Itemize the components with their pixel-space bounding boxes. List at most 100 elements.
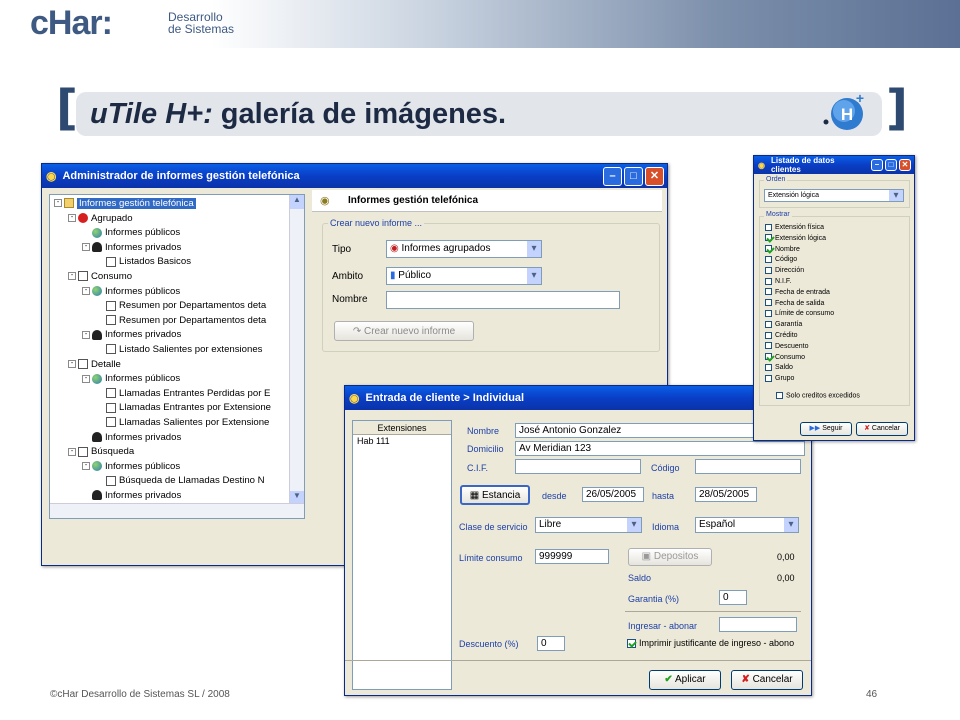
- tree-node[interactable]: Informes privados: [50, 489, 304, 504]
- mostrar-option[interactable]: Saldo: [765, 363, 905, 374]
- tree-node[interactable]: Resumen por Departamentos deta: [50, 314, 304, 329]
- minimize-icon[interactable]: –: [603, 166, 622, 186]
- option-checkbox[interactable]: [765, 299, 772, 307]
- option-checkbox[interactable]: [765, 374, 772, 382]
- expand-toggle-icon[interactable]: -: [68, 447, 76, 456]
- close-icon[interactable]: ✕: [899, 159, 911, 171]
- seguir-button[interactable]: ▶▶ Seguir: [800, 422, 852, 436]
- mostrar-option[interactable]: Extensión física: [765, 223, 905, 234]
- close-icon[interactable]: ✕: [645, 166, 664, 186]
- tree-node[interactable]: Listado Salientes por extensiones: [50, 343, 304, 358]
- desde-input[interactable]: 26/05/2005: [582, 487, 644, 502]
- mostrar-option[interactable]: Fecha de salida: [765, 299, 905, 310]
- mostrar-option[interactable]: Nombre: [765, 245, 905, 256]
- listado-cancelar-button[interactable]: ✘ Cancelar: [856, 422, 908, 436]
- tree-node[interactable]: - Informes privados: [50, 328, 304, 343]
- expand-toggle-icon[interactable]: -: [54, 199, 62, 208]
- tree-node[interactable]: Informes privados: [50, 431, 304, 446]
- garantia-input[interactable]: 0: [719, 590, 747, 605]
- tree-vscrollbar[interactable]: ▲ ▼: [289, 195, 304, 505]
- mostrar-option[interactable]: Grupo: [765, 374, 905, 385]
- mostrar-option[interactable]: Extensión lógica: [765, 234, 905, 245]
- solo-check-icon[interactable]: [776, 392, 783, 399]
- option-checkbox[interactable]: [765, 234, 772, 242]
- tree-node[interactable]: - Búsqueda: [50, 445, 304, 460]
- depositos-button[interactable]: ▣ Depositos: [628, 548, 712, 566]
- expand-toggle-icon[interactable]: -: [82, 287, 90, 296]
- tree-node[interactable]: - Consumo: [50, 270, 304, 285]
- mostrar-option[interactable]: Crédito: [765, 331, 905, 342]
- option-checkbox[interactable]: [765, 342, 772, 350]
- expand-toggle-icon[interactable]: -: [82, 374, 90, 383]
- create-report-button[interactable]: ↷ Crear nuevo informe: [334, 321, 474, 341]
- estancia-button[interactable]: ▦ Estancia: [460, 485, 530, 505]
- imprimir-check-icon[interactable]: [627, 639, 636, 649]
- tree-node[interactable]: Listados Basicos: [50, 255, 304, 270]
- cliente-titlebar[interactable]: ◉ Entrada de cliente > Individual: [345, 386, 811, 410]
- hasta-input[interactable]: 28/05/2005: [695, 487, 757, 502]
- aplicar-button[interactable]: ✔ Aplicar: [649, 670, 721, 690]
- descuento-input[interactable]: 0: [537, 636, 565, 651]
- extensiones-list[interactable]: Extensiones Hab 111: [352, 420, 452, 690]
- tree-node[interactable]: - Agrupado: [50, 212, 304, 227]
- maximize-icon[interactable]: □: [624, 166, 643, 186]
- cancelar-button[interactable]: ✘ Cancelar: [731, 670, 803, 690]
- orden-select[interactable]: Extensión lógica: [764, 189, 904, 202]
- mostrar-option[interactable]: Fecha de entrada: [765, 288, 905, 299]
- tree-node[interactable]: Búsqueda de Llamadas Destino N: [50, 474, 304, 489]
- option-checkbox[interactable]: [765, 277, 772, 285]
- option-checkbox[interactable]: [765, 310, 772, 318]
- idioma-select[interactable]: Español: [695, 517, 799, 533]
- mostrar-option[interactable]: Código: [765, 255, 905, 266]
- mostrar-option[interactable]: Límite de consumo: [765, 309, 905, 320]
- admin-titlebar[interactable]: ◉ Administrador de informes gestión tele…: [42, 164, 667, 188]
- tree-node[interactable]: - Informes públicos: [50, 372, 304, 387]
- ambito-select[interactable]: ▮ Público: [386, 267, 542, 285]
- maximize-icon[interactable]: □: [885, 159, 897, 171]
- clase-select[interactable]: Libre: [535, 517, 642, 533]
- codigo-input[interactable]: [695, 459, 801, 474]
- mostrar-option[interactable]: Garantía: [765, 320, 905, 331]
- domicilio-input[interactable]: Av Meridian 123: [515, 441, 805, 456]
- tree-node[interactable]: Informes públicos: [50, 226, 304, 241]
- tree-node[interactable]: - Informes gestión telefónica: [50, 197, 304, 212]
- mostrar-option[interactable]: Dirección: [765, 266, 905, 277]
- extension-item[interactable]: Hab 111: [353, 435, 451, 448]
- tipo-select[interactable]: ◉ Informes agrupados: [386, 240, 542, 258]
- expand-toggle-icon[interactable]: -: [68, 272, 76, 281]
- report-tree[interactable]: - Informes gestión telefónica - Agrupado Inf…: [49, 194, 305, 519]
- mostrar-option[interactable]: Descuento: [765, 342, 905, 353]
- ingresar-input[interactable]: [719, 617, 797, 632]
- option-checkbox[interactable]: [765, 223, 772, 231]
- tree-node[interactable]: Llamadas Entrantes Perdidas por E: [50, 387, 304, 402]
- option-checkbox[interactable]: [765, 266, 772, 274]
- tree-node[interactable]: Resumen por Departamentos deta: [50, 299, 304, 314]
- expand-toggle-icon[interactable]: -: [82, 330, 90, 339]
- tree-node[interactable]: - Informes privados: [50, 241, 304, 256]
- tree-node[interactable]: Llamadas Salientes por Extensione: [50, 416, 304, 431]
- option-checkbox[interactable]: [765, 245, 772, 253]
- scroll-up-icon[interactable]: ▲: [290, 195, 304, 209]
- expand-toggle-icon[interactable]: -: [68, 214, 76, 223]
- mostrar-option[interactable]: N.I.F.: [765, 277, 905, 288]
- minimize-icon[interactable]: –: [871, 159, 883, 171]
- expand-toggle-icon[interactable]: -: [82, 462, 90, 471]
- cif-input[interactable]: [515, 459, 641, 474]
- option-checkbox[interactable]: [765, 353, 772, 361]
- option-checkbox[interactable]: [765, 320, 772, 328]
- option-checkbox[interactable]: [765, 331, 772, 339]
- tree-hscrollbar[interactable]: [50, 503, 304, 518]
- option-checkbox[interactable]: [765, 288, 772, 296]
- imprimir-checkbox[interactable]: Imprimir justificante de ingreso - abono: [627, 638, 794, 649]
- expand-toggle-icon[interactable]: -: [68, 360, 76, 368]
- tree-node[interactable]: - Informes públicos: [50, 285, 304, 300]
- nombre-input[interactable]: [386, 291, 620, 309]
- tree-node[interactable]: - Detalle: [50, 358, 304, 373]
- option-checkbox[interactable]: [765, 256, 772, 264]
- tree-node[interactable]: - Informes públicos: [50, 460, 304, 475]
- tree-node[interactable]: Llamadas Entrantes por Extensione: [50, 401, 304, 416]
- mostrar-option[interactable]: Consumo: [765, 353, 905, 364]
- expand-toggle-icon[interactable]: -: [82, 243, 90, 252]
- listado-titlebar[interactable]: ◉ Listado de datos clientes – □ ✕: [754, 156, 914, 174]
- extensiones-header[interactable]: Extensiones: [353, 421, 451, 435]
